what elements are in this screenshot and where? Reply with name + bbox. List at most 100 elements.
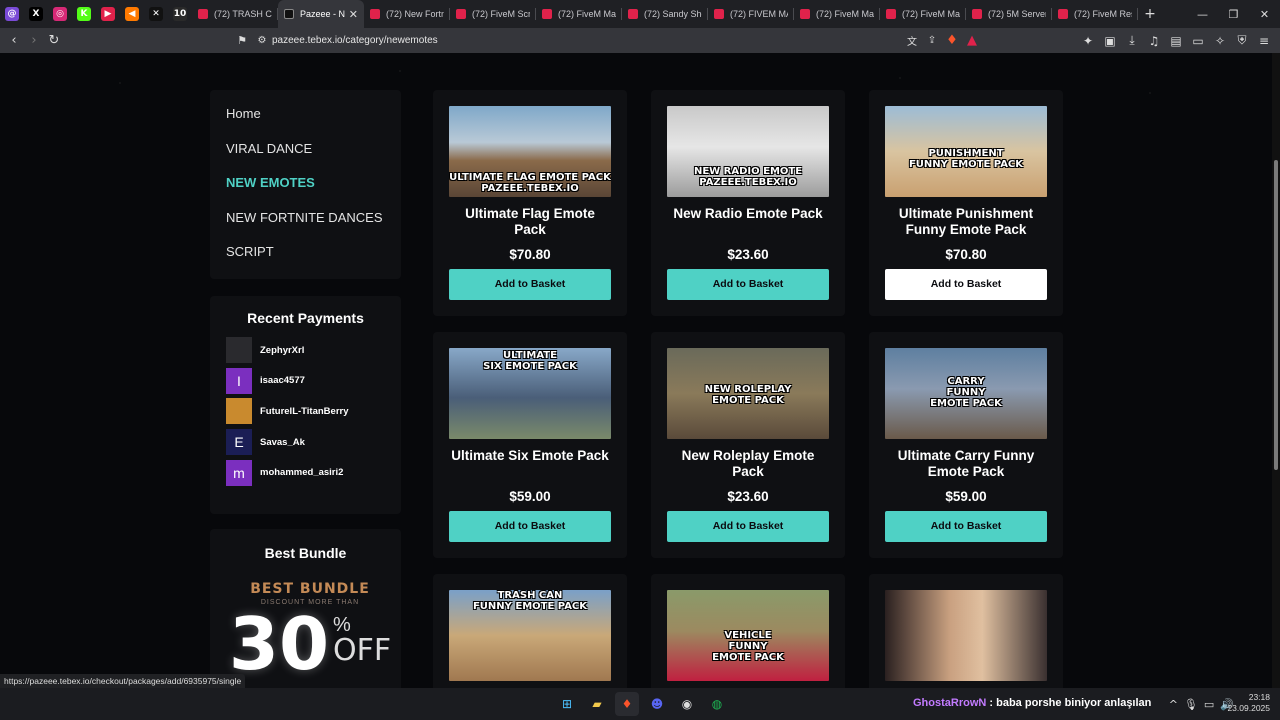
add-to-basket-button[interactable]: Add to Basket (885, 511, 1047, 542)
network-icon[interactable]: ▭ (1204, 698, 1214, 711)
add-to-basket-button[interactable]: Add to Basket (667, 269, 829, 300)
browser-tab[interactable]: (72) FiveM Ma (880, 0, 966, 28)
close-tab-icon[interactable]: ✕ (349, 8, 358, 21)
discord-icon[interactable]: ☻ (645, 692, 669, 716)
chat-username: GhostaRrowN (913, 697, 987, 709)
bundle-discount-suffix: % OFF (333, 608, 391, 666)
sidebar-icon[interactable]: ▤ (1166, 30, 1186, 51)
rewards-icon[interactable]: ▲ (962, 31, 982, 51)
recent-payments-panel: Recent Payments ZephyrXrl Iisaac4577 Futur… (210, 296, 401, 514)
downloads-icon[interactable]: ⤓ (1122, 30, 1142, 51)
browser-tab[interactable]: (72) FiveM Ma (536, 0, 622, 28)
nav-viral-dance[interactable]: VIRAL DANCE (226, 135, 385, 170)
media-icon[interactable]: ♫ (1144, 30, 1164, 51)
best-bundle-panel: Best Bundle BEST BUNDLE DISCOUNT MORE TH… (210, 529, 401, 688)
url-field[interactable]: pazeee.tebex.io/category/newemotes (272, 30, 902, 51)
reload-icon[interactable]: ↻ (44, 31, 64, 51)
product-image[interactable]: NEW ROLEPLAY EMOTE PACK (667, 348, 829, 439)
vpn-icon[interactable]: ⛨ (1232, 30, 1252, 51)
windows-start-icon[interactable]: ⊞ (555, 692, 579, 716)
product-image[interactable]: NEW RADIO EMOTE PAZEEE.TEBEX.IO (667, 106, 829, 197)
nav-home[interactable]: Home (226, 100, 385, 135)
pinned-tab[interactable]: ◀ (120, 0, 144, 28)
taskbar-clock[interactable]: 23:18 23.09.2025 (1227, 692, 1270, 714)
product-image[interactable]: TRASH CAN FUNNY EMOTE PACK (449, 590, 611, 681)
tebex-favicon-icon (284, 9, 294, 19)
product-title[interactable]: Ultimate Punishment Funny Emote Pack (885, 206, 1047, 240)
extensions-icon[interactable]: ✦ (1078, 30, 1098, 51)
browser-tab[interactable]: (72) FiveM Ma (794, 0, 880, 28)
bundle-banner-heading: BEST BUNDLE (250, 581, 370, 597)
x-icon: X (29, 7, 43, 21)
new-tab-button[interactable]: + (1138, 0, 1162, 28)
add-to-basket-button[interactable]: Add to Basket (885, 269, 1047, 300)
spotify-icon[interactable]: ◍ (705, 692, 729, 716)
tab-title: Pazeee - N (300, 9, 345, 19)
product-title[interactable]: Ultimate Carry Funny Emote Pack (885, 448, 1047, 482)
product-title[interactable]: Ultimate Six Emote Pack (449, 448, 611, 482)
product-image[interactable]: PUNISHMENT FUNNY EMOTE PACK (885, 106, 1047, 197)
site-info-icon[interactable]: ⚙ (252, 31, 272, 51)
tab-search-icon[interactable]: ▣ (1100, 30, 1120, 51)
avatar (226, 398, 252, 425)
obs-icon[interactable]: ◉ (675, 692, 699, 716)
add-to-basket-button[interactable]: Add to Basket (449, 269, 611, 300)
close-window-icon[interactable]: ✕ (1249, 0, 1280, 28)
pinned-tab[interactable]: ◎ (48, 0, 72, 28)
translate-icon[interactable]: 文 (902, 31, 922, 51)
browser-tab[interactable]: (72) FiveM Scr (450, 0, 536, 28)
product-title[interactable]: Ultimate Flag Emote Pack (449, 206, 611, 240)
product-card: NEW ROLEPLAY EMOTE PACK New Roleplay Emot… (651, 332, 845, 558)
browser-tab[interactable]: (72) TRASH CA (192, 0, 278, 28)
pinned-tab[interactable]: X (24, 0, 48, 28)
nav-new-emotes[interactable]: NEW EMOTES (226, 169, 385, 204)
brave-shield-icon[interactable]: ♦ (942, 31, 962, 51)
product-title[interactable]: New Roleplay Emote Pack (667, 448, 829, 482)
menu-icon[interactable]: ≡ (1254, 30, 1274, 51)
microphone-icon[interactable]: 🎙 (1184, 698, 1198, 711)
product-card (869, 574, 1063, 688)
product-image[interactable]: ULTIMATE SIX EMOTE PACK (449, 348, 611, 439)
browser-tab[interactable]: (72) Sandy Sho (622, 0, 708, 28)
brave-browser-icon[interactable]: ♦ (615, 692, 639, 716)
pinned-tab[interactable]: ▶ (96, 0, 120, 28)
product-image[interactable] (885, 590, 1047, 681)
browser-tab[interactable]: (72) FIVEM MA (708, 0, 794, 28)
pinned-tab[interactable]: K (72, 0, 96, 28)
wallet-icon[interactable]: ▭ (1188, 30, 1208, 51)
tab-title: (72) New Fortn (386, 9, 444, 19)
best-bundle-banner[interactable]: BEST BUNDLE DISCOUNT MORE THAN 30 % OFF (229, 581, 391, 688)
browser-tab[interactable]: (72) FiveM Res (1052, 0, 1138, 28)
nav-buttons: ‹ › ↻ (4, 31, 64, 51)
share-icon[interactable]: ⇪ (922, 31, 942, 51)
product-image[interactable]: VEHICLE FUNNY EMOTE PACK (667, 590, 829, 681)
browser-tab[interactable]: Pazeee - N ✕ (278, 0, 364, 28)
product-title[interactable]: New Radio Emote Pack (667, 206, 829, 240)
restore-icon[interactable]: ❐ (1218, 0, 1249, 28)
product-price: $70.80 (509, 247, 551, 262)
back-icon[interactable]: ‹ (4, 31, 24, 51)
add-to-basket-button[interactable]: Add to Basket (667, 511, 829, 542)
file-explorer-icon[interactable]: ▰ (585, 692, 609, 716)
nav-script[interactable]: SCRIPT (226, 238, 385, 273)
payer-name: mohammed_asiri2 (260, 467, 344, 479)
system-tray: ^ 🎙 ▭ 🔊 (1169, 688, 1234, 720)
browser-tab[interactable]: (72) 5M Server (966, 0, 1052, 28)
forward-icon[interactable]: › (24, 31, 44, 51)
pinned-tab[interactable]: @ (0, 0, 24, 28)
pinned-tab[interactable]: 10 (168, 0, 192, 28)
minimize-icon[interactable]: — (1187, 0, 1218, 28)
pinned-tab[interactable]: ✕ (144, 0, 168, 28)
bookmark-icon[interactable]: ⚑ (232, 31, 252, 51)
product-image[interactable]: CARRY FUNNY EMOTE PACK (885, 348, 1047, 439)
scrollbar-thumb[interactable] (1274, 160, 1278, 470)
leo-icon[interactable]: ✧ (1210, 30, 1230, 51)
windows-taskbar: ⊞ ▰ ♦ ☻ ◉ ◍ GhostaRrowN : baba porshe bi… (0, 688, 1280, 720)
product-image[interactable]: ULTIMATE FLAG EMOTE PACK PAZEEE.TEBEX.IO (449, 106, 611, 197)
tray-chevron-icon[interactable]: ^ (1169, 698, 1178, 711)
tab-title: (72) FIVEM MA (730, 9, 788, 19)
browser-tab[interactable]: (72) New Fortn (364, 0, 450, 28)
add-to-basket-button[interactable]: Add to Basket (449, 511, 611, 542)
nav-new-fortnite-dances[interactable]: NEW FORTNITE DANCES (226, 204, 385, 239)
page-scrollbar[interactable] (1272, 53, 1280, 688)
